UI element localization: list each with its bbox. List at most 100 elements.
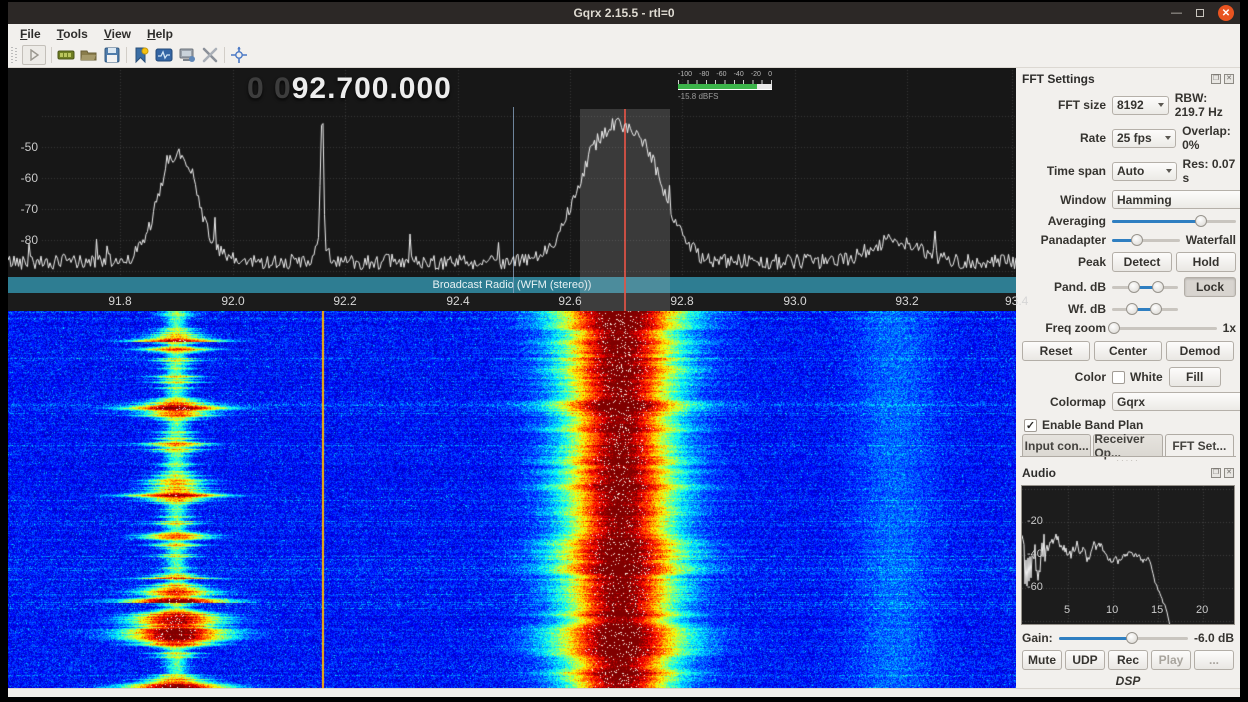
chevron-down-icon bbox=[1166, 169, 1172, 173]
checkbox-box[interactable] bbox=[1112, 371, 1125, 384]
audio-fft-plot[interactable]: -20 -40 -60 5 10 15 20 bbox=[1021, 485, 1235, 625]
peak-hold-button[interactable]: Hold bbox=[1176, 252, 1236, 272]
center-tuner-button[interactable] bbox=[230, 46, 248, 64]
meter-value: -15.8 dBFS bbox=[678, 92, 772, 101]
colormap-select[interactable]: Gqrx bbox=[1112, 392, 1240, 411]
bookmarks-button[interactable] bbox=[132, 46, 150, 64]
pan-waterfall-split-slider[interactable] bbox=[1112, 233, 1180, 247]
play-button[interactable]: Play bbox=[1151, 650, 1191, 670]
audio-record-button[interactable] bbox=[178, 46, 196, 64]
fft-settings-title: FFT Settings bbox=[1022, 72, 1211, 86]
gain-label: Gain: bbox=[1022, 631, 1053, 645]
dsp-footer-label: DSP bbox=[1020, 674, 1236, 688]
meter-tick: -100 bbox=[678, 71, 692, 79]
bandplan-bar[interactable]: Broadcast Radio (WFM (stereo)) bbox=[8, 277, 1016, 293]
gqrx-window: Gqrx 2.15.5 - rtl=0 — ✕ File Tools View … bbox=[8, 2, 1240, 694]
panadapter[interactable]: 0 092.700.000 -100 -80 -60 -40 -20 0 -15… bbox=[8, 68, 1016, 311]
freq-zoom-label: Freq zoom bbox=[1020, 321, 1106, 335]
fft-settings-dock-title: FFT Settings ❐ ✕ bbox=[1022, 71, 1234, 87]
close-dock-icon[interactable]: ✕ bbox=[1224, 468, 1234, 478]
enable-band-plan-checkbox[interactable]: ✓ Enable Band Plan bbox=[1024, 418, 1236, 432]
freq-zoom-slider[interactable] bbox=[1112, 321, 1217, 335]
pand-lock-button[interactable]: Lock bbox=[1184, 277, 1236, 297]
center-button[interactable]: Center bbox=[1094, 341, 1162, 361]
spectrum-canvas[interactable] bbox=[8, 68, 1016, 277]
rec-button[interactable]: Rec bbox=[1108, 650, 1148, 670]
menu-file[interactable]: File bbox=[13, 26, 48, 42]
white-checkbox[interactable]: White bbox=[1112, 370, 1163, 384]
time-span-label: Time span bbox=[1020, 164, 1106, 178]
frequency-value[interactable]: 92.700.000 bbox=[292, 72, 452, 105]
slider-handle-low[interactable] bbox=[1126, 303, 1138, 315]
window-select[interactable]: Hamming bbox=[1112, 190, 1240, 209]
frequency-scale[interactable]: 91.8 92.0 92.2 92.4 92.6 92.8 93.0 93.2 … bbox=[8, 293, 1016, 311]
tab-fft-settings[interactable]: FFT Set... bbox=[1165, 434, 1234, 456]
mute-button[interactable]: Mute bbox=[1022, 650, 1062, 670]
slider-handle[interactable] bbox=[1108, 322, 1120, 334]
tab-receiver-options[interactable]: Receiver Op... bbox=[1093, 434, 1162, 456]
pand-db-range-slider[interactable] bbox=[1112, 280, 1178, 294]
float-dock-icon[interactable]: ❐ bbox=[1211, 74, 1221, 84]
tab-input-controls[interactable]: Input con... bbox=[1022, 434, 1091, 456]
toolbar-grip[interactable] bbox=[11, 47, 17, 63]
slider-handle-high[interactable] bbox=[1152, 281, 1164, 293]
open-file-button[interactable] bbox=[80, 46, 98, 64]
close-dock-icon[interactable]: ✕ bbox=[1224, 74, 1234, 84]
menu-help[interactable]: Help bbox=[140, 26, 180, 42]
menu-view[interactable]: View bbox=[97, 26, 138, 42]
meter-tick: -40 bbox=[734, 71, 744, 79]
menu-bar: File Tools View Help bbox=[8, 24, 1240, 43]
maximize-button[interactable] bbox=[1196, 9, 1204, 17]
audio-gain-slider[interactable] bbox=[1059, 631, 1188, 645]
demod-button[interactable]: Demod bbox=[1166, 341, 1234, 361]
sdr-device-icon bbox=[57, 46, 75, 64]
minimize-button[interactable]: — bbox=[1171, 8, 1182, 19]
panadapter-split-label: Panadapter bbox=[1020, 233, 1106, 247]
crosshair-icon bbox=[230, 46, 248, 64]
fill-button[interactable]: Fill bbox=[1169, 367, 1221, 387]
averaging-slider[interactable] bbox=[1112, 214, 1236, 228]
start-dsp-button[interactable] bbox=[22, 45, 46, 65]
waterfall-display-icon bbox=[155, 46, 173, 64]
reset-button[interactable]: Reset bbox=[1022, 341, 1090, 361]
fft-size-select[interactable]: 8192 bbox=[1112, 96, 1169, 115]
dbfs-meter: -100 -80 -60 -40 -20 0 -15.8 dBFS bbox=[678, 71, 772, 101]
close-button[interactable]: ✕ bbox=[1218, 5, 1234, 21]
iq-tool-button[interactable] bbox=[155, 46, 173, 64]
peak-detect-button[interactable]: Detect bbox=[1112, 252, 1172, 272]
settings-panel: FFT Settings ❐ ✕ FFT size 8192 RBW: 219.… bbox=[1016, 68, 1240, 688]
toolbar bbox=[8, 43, 1240, 68]
slider-handle[interactable] bbox=[1195, 215, 1207, 227]
menu-tools[interactable]: Tools bbox=[50, 26, 95, 42]
audio-db-tick: -40 bbox=[1027, 548, 1043, 560]
peak-label: Peak bbox=[1020, 255, 1106, 269]
waterfall-canvas[interactable] bbox=[8, 311, 1016, 688]
meter-tick: -20 bbox=[751, 71, 761, 79]
slider-handle-low[interactable] bbox=[1128, 281, 1140, 293]
tools-icon bbox=[201, 46, 219, 64]
float-dock-icon[interactable]: ❐ bbox=[1211, 468, 1221, 478]
configure-device-button[interactable] bbox=[57, 46, 75, 64]
frequency-display[interactable]: 0 092.700.000 bbox=[247, 72, 452, 106]
title-bar[interactable]: Gqrx 2.15.5 - rtl=0 — ✕ bbox=[8, 2, 1240, 24]
more-button[interactable]: ... bbox=[1194, 650, 1234, 670]
udp-button[interactable]: UDP bbox=[1065, 650, 1105, 670]
slider-handle[interactable] bbox=[1131, 234, 1143, 246]
save-button[interactable] bbox=[103, 46, 121, 64]
db-tick: -50 bbox=[8, 140, 38, 154]
dsp-options-button[interactable] bbox=[201, 46, 219, 64]
rate-select[interactable]: 25 fps bbox=[1112, 129, 1176, 148]
audio-db-tick: -60 bbox=[1027, 581, 1043, 593]
scope-area: 0 092.700.000 -100 -80 -60 -40 -20 0 -15… bbox=[8, 68, 1016, 688]
rate-label: Rate bbox=[1020, 131, 1106, 145]
gain-value: -6.0 dB bbox=[1194, 631, 1234, 645]
splitter-handle[interactable]: ····· bbox=[1020, 458, 1236, 463]
audio-record-icon bbox=[178, 46, 196, 64]
wf-db-range-slider[interactable] bbox=[1112, 302, 1178, 316]
slider-handle-high[interactable] bbox=[1150, 303, 1162, 315]
audio-dock-title: Audio ❐ ✕ bbox=[1022, 465, 1234, 481]
checkbox-box[interactable]: ✓ bbox=[1024, 419, 1037, 432]
time-span-select[interactable]: Auto bbox=[1112, 162, 1177, 181]
slider-handle[interactable] bbox=[1126, 632, 1138, 644]
colormap-label: Colormap bbox=[1020, 395, 1106, 409]
